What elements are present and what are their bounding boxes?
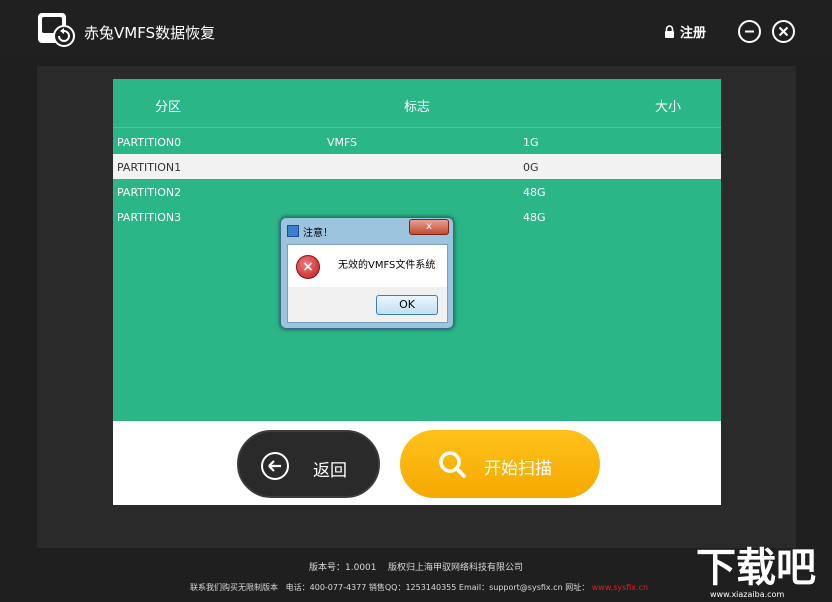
table-row[interactable]: PARTITION0 VMFS 1G xyxy=(113,129,721,154)
table-header: 分区 标志 大小 xyxy=(113,79,721,127)
register-label: 注册 xyxy=(680,26,707,41)
lock-icon xyxy=(665,25,674,38)
start-scan-button[interactable]: 开始扫描 xyxy=(400,430,600,498)
close-icon xyxy=(778,26,789,37)
website-link[interactable]: www.sysfix.cn xyxy=(592,583,648,592)
cell-size: 1G xyxy=(523,136,539,149)
watermark: 下载吧 www.xiazaiba.com xyxy=(696,546,832,602)
error-icon: × xyxy=(296,255,320,279)
app-window: 赤兔VMFS数据恢复 注册 分区 标志 大小 PARTITION0 VMFS 1… xyxy=(0,0,832,602)
minimize-button[interactable] xyxy=(738,20,761,43)
error-dialog: 注意！ x × 无效的VMFS文件系统 OK xyxy=(280,217,454,329)
phone-text: 电话：400-077-4377 销售QQ：1253140355 Email：su… xyxy=(285,583,590,592)
copyright-text: 版权归上海甲驭网络科技有限公司 xyxy=(387,563,523,573)
cell-partition: PARTITION3 xyxy=(117,211,182,224)
register-button[interactable]: 注册 xyxy=(664,22,706,41)
dialog-message-area: × 无效的VMFS文件系统 xyxy=(288,245,447,287)
cell-size: 48G xyxy=(523,186,546,199)
cell-partition: PARTITION2 xyxy=(117,186,182,199)
back-button[interactable]: 返回 xyxy=(237,430,380,498)
watermark-url: www.xiazaiba.com xyxy=(710,590,785,599)
title-bar: 赤兔VMFS数据恢复 注册 xyxy=(0,0,832,62)
arrow-left-icon xyxy=(261,452,289,480)
dialog-body: × 无效的VMFS文件系统 OK xyxy=(287,244,448,323)
search-icon xyxy=(439,451,466,478)
footer-contact-line: 联系我们购买无限制版本 电话：400-077-4377 销售QQ：1253140… xyxy=(190,582,648,593)
table-row[interactable]: PARTITION1 0G xyxy=(113,154,721,179)
scan-label: 开始扫描 xyxy=(484,459,552,479)
cell-partition: PARTITION0 xyxy=(117,136,182,149)
dialog-close-button[interactable]: x xyxy=(409,219,449,235)
minus-icon xyxy=(745,30,754,33)
ok-button[interactable]: OK xyxy=(376,295,438,315)
app-logo-icon xyxy=(38,13,75,47)
dialog-message: 无效的VMFS文件系统 xyxy=(338,260,436,271)
app-title: 赤兔VMFS数据恢复 xyxy=(84,24,216,42)
close-button[interactable] xyxy=(772,20,795,43)
dialog-title: 注意！ xyxy=(303,228,333,239)
column-header-flag: 标志 xyxy=(404,100,431,115)
back-label: 返回 xyxy=(313,461,347,481)
cell-partition: PARTITION1 xyxy=(117,161,182,174)
cell-size: 48G xyxy=(523,211,546,224)
column-header-partition: 分区 xyxy=(155,100,182,115)
cell-flag: VMFS xyxy=(327,136,358,149)
watermark-logo-text: 下载吧 xyxy=(696,545,816,591)
header-divider xyxy=(113,127,721,128)
cell-size: 0G xyxy=(523,161,539,174)
dialog-app-icon xyxy=(287,225,299,237)
contact-text[interactable]: 联系我们购买无限制版本 xyxy=(190,583,278,592)
table-row[interactable]: PARTITION2 48G xyxy=(113,179,721,204)
version-text: 版本号：1.0001 xyxy=(309,563,377,573)
column-header-size: 大小 xyxy=(655,100,682,115)
